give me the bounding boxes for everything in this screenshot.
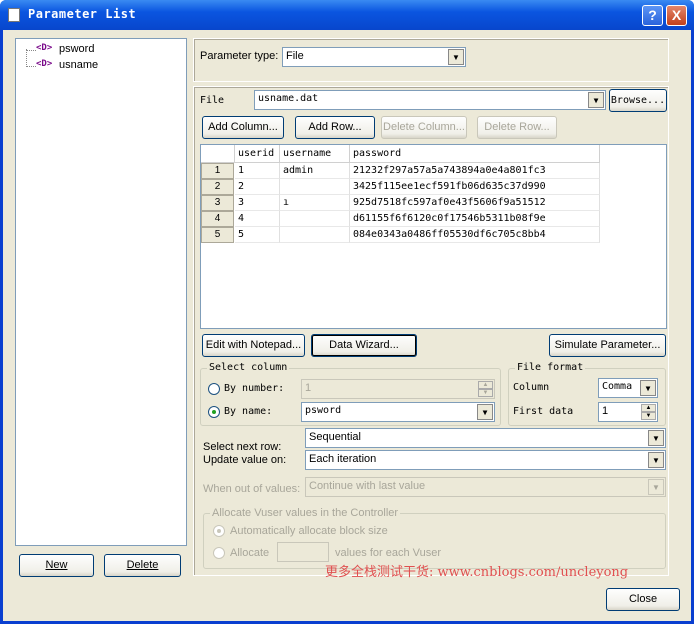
parameter-icon: <D> xyxy=(36,59,53,69)
document-icon xyxy=(8,8,20,22)
column-delimiter-select[interactable]: Comma ▼ xyxy=(598,378,658,398)
out-of-values-label: When out of values: xyxy=(203,483,301,495)
table-cell[interactable]: 4 xyxy=(235,211,280,227)
parameter-list-window: Parameter List ? X <D> psword <D> usname… xyxy=(0,0,694,624)
watermark-text: 更多全栈测试干货: www.cnblogs.com/uncleyong xyxy=(325,565,629,580)
tree-line xyxy=(26,49,27,65)
values-per-vuser-label: values for each Vuser xyxy=(335,547,441,559)
table-cell[interactable]: 084e0343a0486ff05530df6c705c8bb4 xyxy=(350,227,600,243)
tree-item-label: usname xyxy=(59,59,99,71)
table-cell[interactable]: 1 xyxy=(235,163,280,179)
file-label: File xyxy=(200,95,225,106)
file-select[interactable]: usname.dat ▼ xyxy=(254,90,606,110)
chevron-down-icon[interactable]: ▼ xyxy=(448,49,464,65)
parameter-tree[interactable]: <D> psword <D> usname xyxy=(15,38,187,546)
table-cell[interactable]: admin xyxy=(280,163,350,179)
simulate-parameter-button[interactable]: Simulate Parameter... xyxy=(549,334,666,357)
chevron-down-icon[interactable]: ▼ xyxy=(588,92,604,108)
out-of-values-select[interactable]: Continue with last value ▼ xyxy=(305,477,666,497)
dialog-body: <D> psword <D> usname New Delete Paramet… xyxy=(3,30,691,621)
update-value-label: Update value on: xyxy=(203,454,287,466)
new-button[interactable]: New xyxy=(19,554,94,577)
table-cell[interactable] xyxy=(280,227,350,243)
delete-button[interactable]: Delete xyxy=(104,554,181,577)
select-column-title: Select column xyxy=(207,362,290,373)
first-data-field[interactable]: 1 ▲ ▼ xyxy=(598,402,658,422)
select-next-row-label: Select next row: xyxy=(203,441,282,453)
column-header[interactable]: password xyxy=(350,145,600,163)
auto-allocate-label: Automatically allocate block size xyxy=(230,525,388,537)
by-name-label: By name: xyxy=(224,406,273,417)
column-header[interactable]: userid xyxy=(235,145,280,163)
spin-buttons[interactable]: ▲ ▼ xyxy=(478,381,493,397)
row-number[interactable]: 2 xyxy=(201,179,234,195)
window-title: Parameter List xyxy=(28,7,137,21)
table-row[interactable]: 2 2 3425f115ee1ecf591fb06d635c37d990 xyxy=(201,179,601,195)
table-cell[interactable] xyxy=(280,211,350,227)
table-cell[interactable]: 2 xyxy=(235,179,280,195)
table-cell[interactable]: ı xyxy=(280,195,350,211)
table-row[interactable]: 4 4 d61155f6f6120c0f17546b5311b08f9e xyxy=(201,211,601,227)
row-number[interactable]: 4 xyxy=(201,211,234,227)
parameter-type-select[interactable]: File ▼ xyxy=(282,47,466,67)
column-header[interactable]: username xyxy=(280,145,350,163)
table-cell[interactable]: 21232f297a57a5a743894a0e4a801fc3 xyxy=(350,163,600,179)
row-number[interactable]: 1 xyxy=(201,163,234,179)
column-number-field[interactable]: 1 ▲ ▼ xyxy=(301,379,495,399)
file-format-title: File format xyxy=(515,362,586,373)
table-row[interactable]: 5 5 084e0343a0486ff05530df6c705c8bb4 xyxy=(201,227,601,243)
update-value-select[interactable]: Each iteration ▼ xyxy=(305,450,666,470)
spin-buttons[interactable]: ▲ ▼ xyxy=(641,404,656,420)
chevron-down-icon[interactable]: ▼ xyxy=(640,380,656,396)
chevron-down-icon[interactable]: ▼ xyxy=(648,430,664,446)
edit-with-notepad-button[interactable]: Edit with Notepad... xyxy=(202,334,305,357)
table-cell[interactable]: 5 xyxy=(235,227,280,243)
browse-button[interactable]: Browse... xyxy=(609,89,667,112)
parameter-type-label: Parameter type: xyxy=(200,50,279,62)
help-button[interactable]: ? xyxy=(642,5,663,26)
allocate-title: Allocate Vuser values in the Controller xyxy=(210,507,401,519)
parameter-icon: <D> xyxy=(36,43,53,53)
add-row-button[interactable]: Add Row... xyxy=(295,116,375,139)
table-cell[interactable] xyxy=(280,179,350,195)
column-format-label: Column xyxy=(513,382,550,393)
parameter-data-table[interactable]: userid username password 1 1 admin 21232… xyxy=(200,144,667,329)
first-data-label: First data xyxy=(513,406,574,417)
title-bar[interactable]: Parameter List ? X xyxy=(0,0,694,30)
row-number[interactable]: 5 xyxy=(201,227,234,243)
column-name-select[interactable]: psword ▼ xyxy=(301,402,495,422)
data-wizard-button[interactable]: Data Wizard... xyxy=(311,334,417,357)
table-cell[interactable]: d61155f6f6120c0f17546b5311b08f9e xyxy=(350,211,600,227)
by-number-label: By number: xyxy=(224,383,285,394)
window-close-button[interactable]: X xyxy=(666,5,687,26)
table-corner xyxy=(201,145,235,163)
row-number[interactable]: 3 xyxy=(201,195,234,211)
tree-item-label: psword xyxy=(59,43,95,55)
chevron-down-icon[interactable]: ▼ xyxy=(477,404,493,420)
by-number-radio[interactable] xyxy=(208,383,220,395)
allocate-count-field[interactable] xyxy=(277,542,329,562)
auto-allocate-radio[interactable] xyxy=(213,525,225,537)
add-column-button[interactable]: Add Column... xyxy=(202,116,284,139)
table-row[interactable]: 1 1 admin 21232f297a57a5a743894a0e4a801f… xyxy=(201,163,601,179)
table-cell[interactable]: 3425f115ee1ecf591fb06d635c37d990 xyxy=(350,179,600,195)
chevron-down-icon[interactable]: ▼ xyxy=(648,452,664,468)
allocate-label: Allocate xyxy=(230,547,270,559)
delete-row-button[interactable]: Delete Row... xyxy=(477,116,557,139)
allocate-radio[interactable] xyxy=(213,547,225,559)
delete-column-button[interactable]: Delete Column... xyxy=(381,116,467,139)
table-cell[interactable]: 925d7518fc597af0e43f5606f9a51512 xyxy=(350,195,600,211)
by-name-radio[interactable] xyxy=(208,406,220,418)
select-next-row-select[interactable]: Sequential ▼ xyxy=(305,428,666,448)
table-row[interactable]: 3 3 ı 925d7518fc597af0e43f5606f9a51512 xyxy=(201,195,601,211)
close-button[interactable]: Close xyxy=(606,588,680,611)
chevron-down-icon[interactable]: ▼ xyxy=(648,479,664,495)
table-cell[interactable]: 3 xyxy=(235,195,280,211)
